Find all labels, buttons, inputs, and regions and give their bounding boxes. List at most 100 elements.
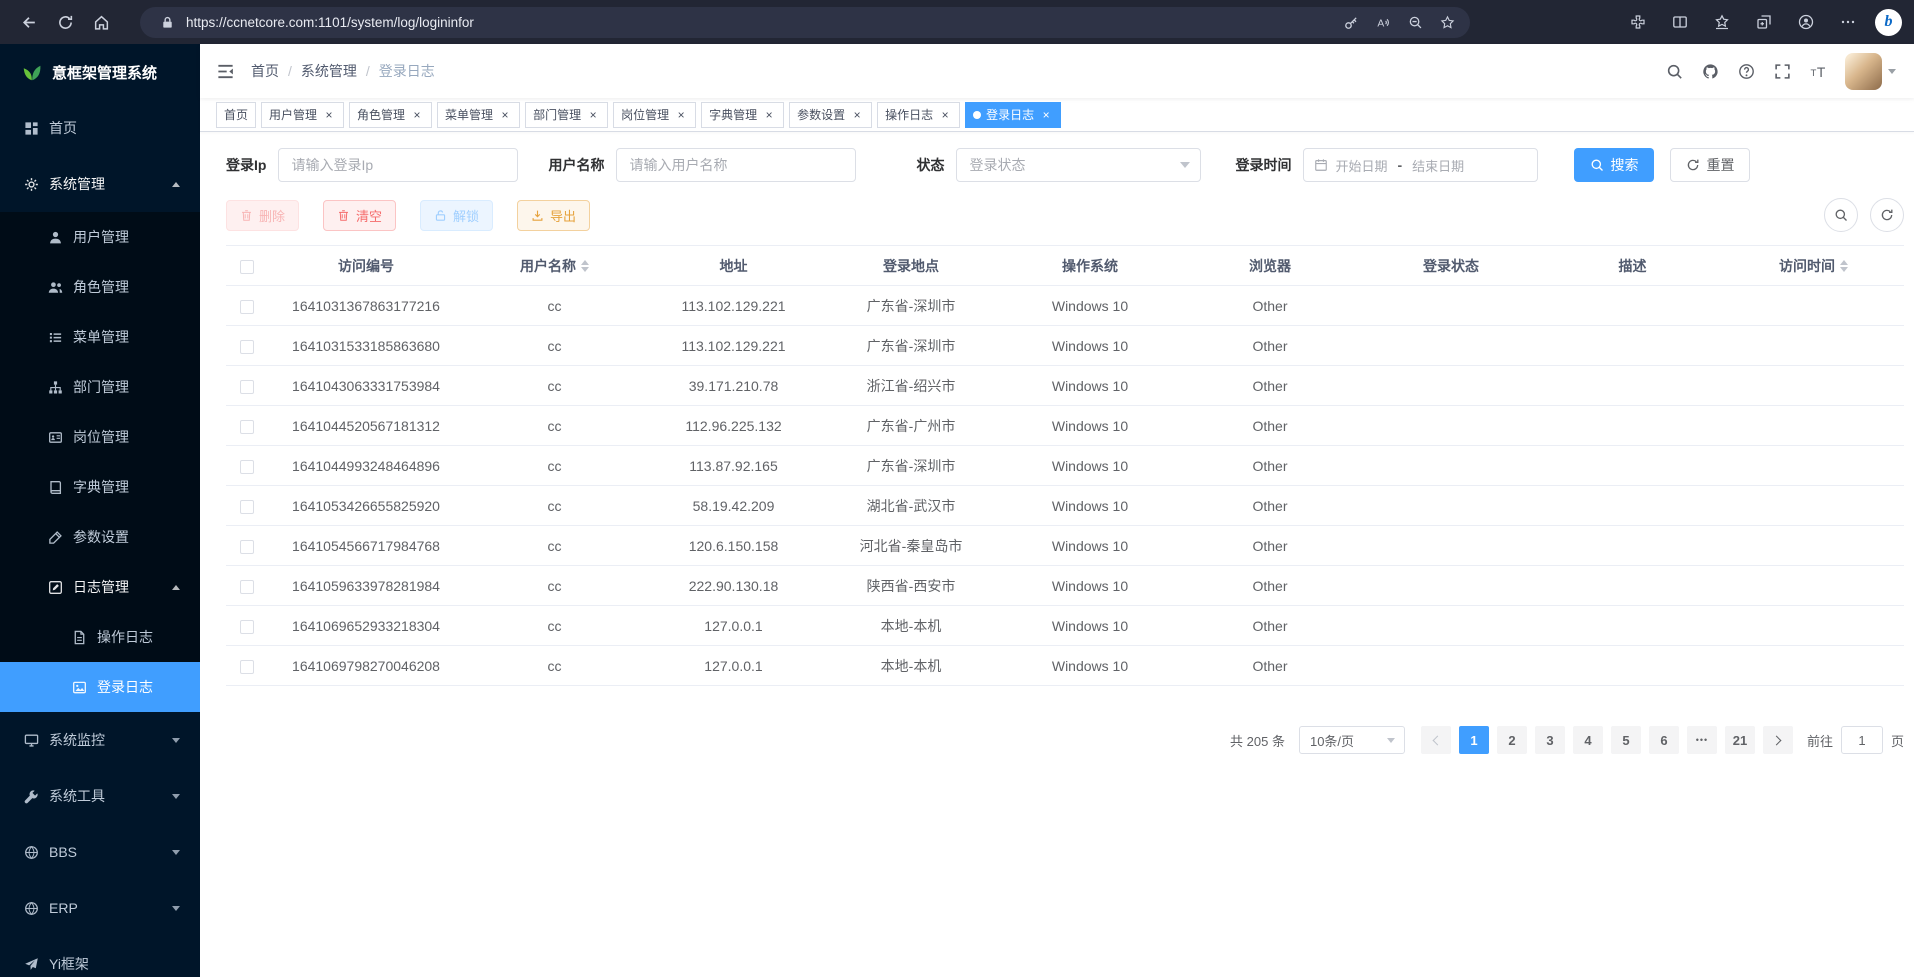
sidebar-item[interactable]: 日志管理 [0,562,200,612]
header-search-icon[interactable] [1657,55,1691,87]
browser-back-icon[interactable] [12,5,46,39]
search-button[interactable]: 搜索 [1574,148,1654,182]
view-tab[interactable]: 用户管理 [261,102,344,128]
sidebar-item[interactable]: 登录日志 [0,662,200,712]
page-number-button[interactable]: 1 [1459,726,1489,754]
goto-page-input[interactable] [1841,726,1883,754]
sidebar-item[interactable]: 操作日志 [0,612,200,662]
page-number-button[interactable]: ••• [1687,726,1717,754]
view-tab[interactable]: 首页 [216,102,256,128]
table-row[interactable]: 1641054566717984768 cc 120.6.150.158 河北省… [226,526,1904,566]
sidebar-item[interactable]: 首页 [0,100,200,156]
zoom-icon[interactable] [1402,9,1428,35]
column-header[interactable]: 访问编号 [268,246,464,286]
date-range-picker[interactable]: 开始日期 - 结束日期 [1303,148,1538,182]
refresh-table-button[interactable] [1870,198,1904,232]
column-header[interactable]: 用户名称 [464,246,645,286]
saved-passwords-key-icon[interactable] [1338,9,1364,35]
next-page-button[interactable] [1763,726,1793,754]
close-icon[interactable] [322,108,336,122]
address-bar[interactable]: https://ccnetcore.com:1101/system/log/lo… [140,7,1470,38]
delete-button[interactable]: 删除 [226,200,299,231]
sort-carets-icon[interactable] [1840,260,1848,272]
prev-page-button[interactable] [1421,726,1451,754]
select-all-checkbox[interactable] [240,260,254,274]
table-row[interactable]: 1641044993248464896 cc 113.87.92.165 广东省… [226,446,1904,486]
page-number-button[interactable]: 3 [1535,726,1565,754]
help-icon[interactable] [1729,55,1763,87]
row-checkbox[interactable] [240,500,254,514]
sidebar-item[interactable]: 系统监控 [0,712,200,768]
column-header[interactable]: 登录状态 [1360,246,1542,286]
collections-icon[interactable] [1749,7,1779,37]
read-aloud-icon[interactable]: A [1370,9,1396,35]
end-date-placeholder[interactable]: 结束日期 [1412,156,1464,175]
start-date-placeholder[interactable]: 开始日期 [1335,156,1387,175]
sidebar-fold-icon[interactable] [216,62,235,81]
row-checkbox[interactable] [240,380,254,394]
sidebar-item[interactable]: BBS [0,824,200,880]
avatar[interactable] [1845,53,1882,90]
login-ip-input[interactable] [278,148,518,182]
table-row[interactable]: 1641053426655825920 cc 58.19.42.209 湖北省-… [226,486,1904,526]
view-tab[interactable]: 操作日志 [877,102,960,128]
column-header[interactable]: 操作系统 [1000,246,1180,286]
table-row[interactable]: 1641031533185863680 cc 113.102.129.221 广… [226,326,1904,366]
sidebar-item[interactable]: 岗位管理 [0,412,200,462]
page-number-button[interactable]: 4 [1573,726,1603,754]
chevron-down-icon[interactable] [1888,69,1896,74]
row-checkbox[interactable] [240,340,254,354]
close-icon[interactable] [498,108,512,122]
column-header[interactable]: 访问时间 [1723,246,1904,286]
view-tab[interactable]: 岗位管理 [613,102,696,128]
table-row[interactable]: 1641044520567181312 cc 112.96.225.132 广东… [226,406,1904,446]
browser-profile-icon[interactable] [1791,7,1821,37]
page-number-button[interactable]: 21 [1725,726,1755,754]
column-header[interactable]: 地址 [645,246,822,286]
fullscreen-icon[interactable] [1765,55,1799,87]
favorites-icon[interactable] [1707,7,1737,37]
row-checkbox[interactable] [240,660,254,674]
clear-button[interactable]: 清空 [323,200,396,231]
table-row[interactable]: 1641043063331753984 cc 39.171.210.78 浙江省… [226,366,1904,406]
view-tab[interactable]: 登录日志 [965,102,1061,128]
row-checkbox[interactable] [240,580,254,594]
sidebar-item[interactable]: 系统管理 [0,156,200,212]
close-icon[interactable] [762,108,776,122]
export-button[interactable]: 导出 [517,200,590,231]
close-icon[interactable] [674,108,688,122]
close-icon[interactable] [938,108,952,122]
view-tab[interactable]: 部门管理 [525,102,608,128]
view-tab[interactable]: 角色管理 [349,102,432,128]
sidebar-item[interactable]: 部门管理 [0,362,200,412]
sidebar-item[interactable]: ERP [0,880,200,936]
table-row[interactable]: 1641059633978281984 cc 222.90.130.18 陕西省… [226,566,1904,606]
column-header[interactable]: 登录地点 [822,246,1000,286]
column-header[interactable]: 描述 [1542,246,1723,286]
sidebar-item[interactable]: 菜单管理 [0,312,200,362]
sidebar-item[interactable]: 用户管理 [0,212,200,262]
breadcrumb-item[interactable]: 系统管理 [301,61,379,81]
close-icon[interactable] [410,108,424,122]
sidebar-item[interactable]: 角色管理 [0,262,200,312]
layout-size-icon[interactable]: TT [1801,55,1835,87]
row-checkbox[interactable] [240,420,254,434]
split-screen-icon[interactable] [1665,7,1695,37]
sidebar-item[interactable]: 系统工具 [0,768,200,824]
view-tab[interactable]: 参数设置 [789,102,872,128]
user-name-input[interactable] [616,148,856,182]
site-security-lock-icon[interactable] [154,9,180,35]
sidebar-item[interactable]: 参数设置 [0,512,200,562]
reset-button[interactable]: 重置 [1670,148,1750,182]
breadcrumb-item[interactable]: 首页 [251,61,301,81]
close-icon[interactable] [1039,108,1053,122]
page-size-select[interactable]: 10条/页 [1299,726,1405,754]
page-number-button[interactable]: 6 [1649,726,1679,754]
table-row[interactable]: 1641069798270046208 cc 127.0.0.1 本地-本机 W… [226,646,1904,686]
sort-carets-icon[interactable] [581,260,589,272]
copilot-icon[interactable]: b [1875,9,1902,36]
close-icon[interactable] [850,108,864,122]
page-number-button[interactable]: 5 [1611,726,1641,754]
toggle-search-button[interactable] [1824,198,1858,232]
status-select[interactable]: 登录状态 [956,148,1201,182]
